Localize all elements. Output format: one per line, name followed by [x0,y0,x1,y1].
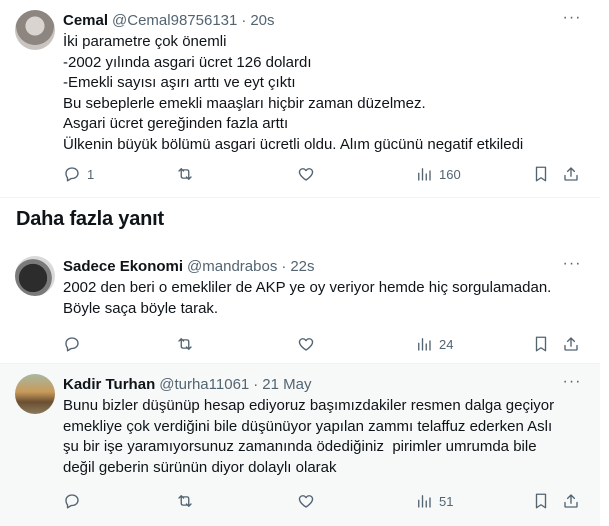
retweet-button[interactable] [176,333,200,355]
views-icon [418,495,431,508]
retweet-icon [178,495,192,507]
more-options-icon[interactable]: ··· [562,8,582,28]
views-icon [418,168,431,181]
separator-dot: · [281,257,287,275]
share-button[interactable] [562,163,580,185]
avatar[interactable] [15,374,55,414]
separator-dot: · [253,375,259,393]
tweet-cemal[interactable]: Cemal @Cemal98756131 · 20s ··· İki param… [0,0,600,198]
tweet-kadir-turhan[interactable]: Kadir Turhan @turha11061 · 21 May ··· Bu… [0,364,600,526]
heart-icon [298,495,314,508]
tweet-header: Kadir Turhan @turha11061 · 21 May [63,374,311,394]
tweet-header: Sadece Ekonomi @mandrabos · 22s [63,256,315,276]
tweet-header: Cemal @Cemal98756131 · 20s [63,10,275,30]
like-button[interactable] [297,333,321,355]
timestamp[interactable]: 21 May [262,376,311,393]
author-handle[interactable]: @turha11061 [159,376,249,393]
reply-button[interactable] [63,490,87,512]
timestamp[interactable]: 22s [290,258,314,275]
author-handle[interactable]: @Cemal98756131 [112,12,237,29]
bookmark-icon [535,493,547,509]
like-button[interactable] [297,490,321,512]
views-button[interactable]: 24 [415,333,453,355]
bookmark-button[interactable] [532,333,550,355]
more-options-icon[interactable]: ··· [562,254,582,274]
reply-button[interactable]: 1 [63,163,94,185]
tweet-text: İki parametre çok önemli -2002 yılında a… [63,33,524,153]
avatar[interactable] [15,10,55,50]
tweet-text: Bunu bizler düşünüp hesap ediyoruz başım… [63,397,555,476]
timestamp[interactable]: 20s [250,12,274,29]
reply-count: 1 [87,166,95,182]
reply-button[interactable] [63,333,87,355]
author-name[interactable]: Kadir Turhan [63,376,155,393]
author-name[interactable]: Cemal [63,12,108,29]
author-name[interactable]: Sadece Ekonomi [63,258,183,275]
more-options-icon[interactable]: ··· [562,372,582,392]
separator-dot: · [241,11,247,29]
views-button[interactable]: 160 [415,163,461,185]
like-button[interactable] [297,163,321,185]
bookmark-button[interactable] [532,490,550,512]
tweet-actions: 51 [63,490,593,512]
share-icon [564,494,578,508]
more-replies-heading: Daha fazla yanıt [16,208,164,230]
tweet-text: 2002 den beri o emekliler de AKP ye oy v… [63,279,552,317]
share-button[interactable] [562,490,580,512]
reply-icon [65,337,79,352]
views-count: 24 [439,336,454,352]
heart-icon [298,168,314,181]
share-icon [564,167,578,181]
reply-icon [65,494,79,509]
tweet-actions: 24 [63,333,593,355]
retweet-button[interactable] [176,163,200,185]
retweet-icon [178,168,192,180]
share-icon [564,337,578,351]
retweet-icon [178,338,192,350]
tweet-actions: 1 160 [63,163,593,185]
avatar[interactable] [15,256,55,296]
author-handle[interactable]: @mandrabos [187,258,277,275]
bookmark-icon [535,336,547,352]
reply-icon [65,167,79,182]
bookmark-button[interactable] [532,163,550,185]
views-button[interactable]: 51 [415,490,453,512]
views-count: 51 [439,493,454,509]
share-button[interactable] [562,333,580,355]
heart-icon [298,338,314,351]
views-count: 160 [439,166,461,182]
bookmark-icon [535,166,547,182]
views-icon [418,338,431,351]
tweet-sadece-ekonomi[interactable]: Sadece Ekonomi @mandrabos · 22s ··· 2002… [0,246,600,364]
retweet-button[interactable] [176,490,200,512]
